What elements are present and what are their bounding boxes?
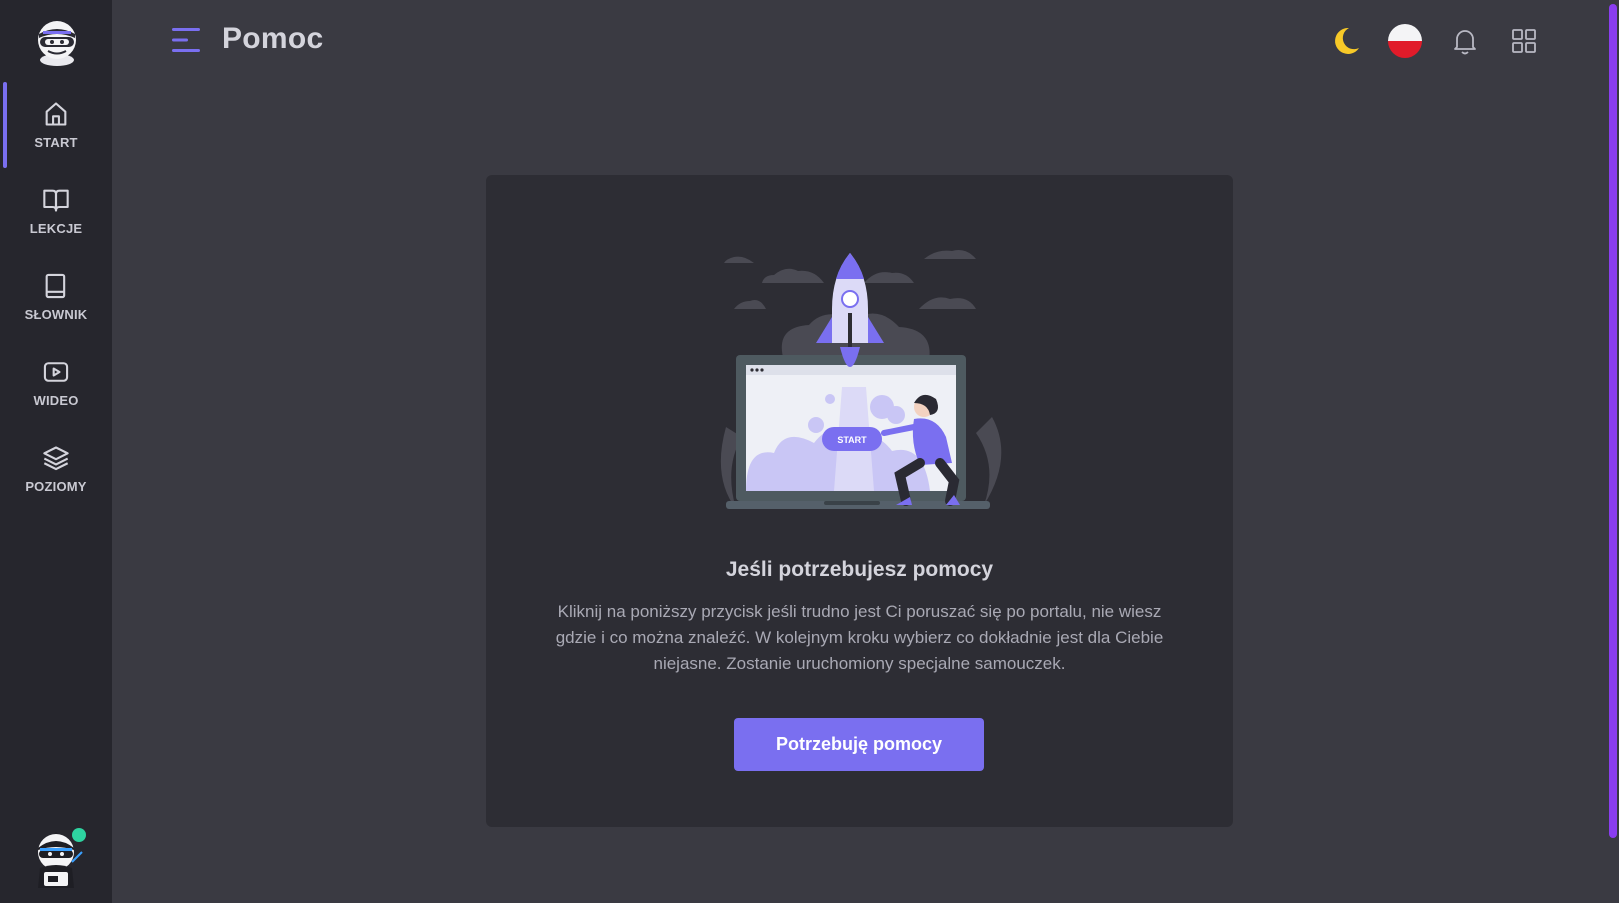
menu-toggle-icon[interactable] xyxy=(172,26,202,54)
sidebar-item-wideo[interactable]: WIDEO xyxy=(0,340,112,426)
page-title: Pomoc xyxy=(222,22,324,55)
help-title: Jeśli potrzebujesz pomocy xyxy=(725,558,994,581)
language-flag-pl-icon[interactable] xyxy=(1388,24,1422,58)
sidebar-item-label: SŁOWNIK xyxy=(24,307,88,322)
bell-icon[interactable] xyxy=(1448,24,1482,58)
sidebar-item-label: POZIOMY xyxy=(25,479,87,494)
logo-ninja-icon[interactable] xyxy=(34,18,80,66)
home-icon xyxy=(45,102,67,126)
video-icon xyxy=(43,362,69,382)
sidebar: START LEKCJE SŁOWNIK WIDEO POZIOMY xyxy=(0,0,112,903)
theme-moon-icon[interactable] xyxy=(1329,24,1363,58)
rocket-launch-illustration: START xyxy=(720,250,1002,509)
sidebar-item-lekcje[interactable]: LEKCJE xyxy=(0,168,112,254)
need-help-button[interactable]: Potrzebuję pomocy xyxy=(734,718,984,771)
help-description: Kliknij na poniższy przycisk jeśli trudn… xyxy=(555,602,1164,673)
book-icon xyxy=(45,273,66,299)
book-open-icon xyxy=(43,189,69,212)
scrollbar-thumb[interactable] xyxy=(1609,4,1617,838)
illustration-start-label: START xyxy=(837,435,867,445)
layers-icon xyxy=(43,446,69,471)
help-card: START Jeśli potrzebujesz pomocy Kliknij … xyxy=(486,175,1233,827)
sidebar-item-label: WIDEO xyxy=(33,393,79,408)
sidebar-item-start[interactable]: START xyxy=(0,82,112,168)
online-status-dot xyxy=(72,828,86,842)
grid-apps-icon[interactable] xyxy=(1507,24,1541,58)
sidebar-item-poziomy[interactable]: POZIOMY xyxy=(0,426,112,512)
sidebar-item-slownik[interactable]: SŁOWNIK xyxy=(0,254,112,340)
sidebar-item-label: LEKCJE xyxy=(29,221,83,236)
sidebar-item-label: START xyxy=(34,135,78,150)
